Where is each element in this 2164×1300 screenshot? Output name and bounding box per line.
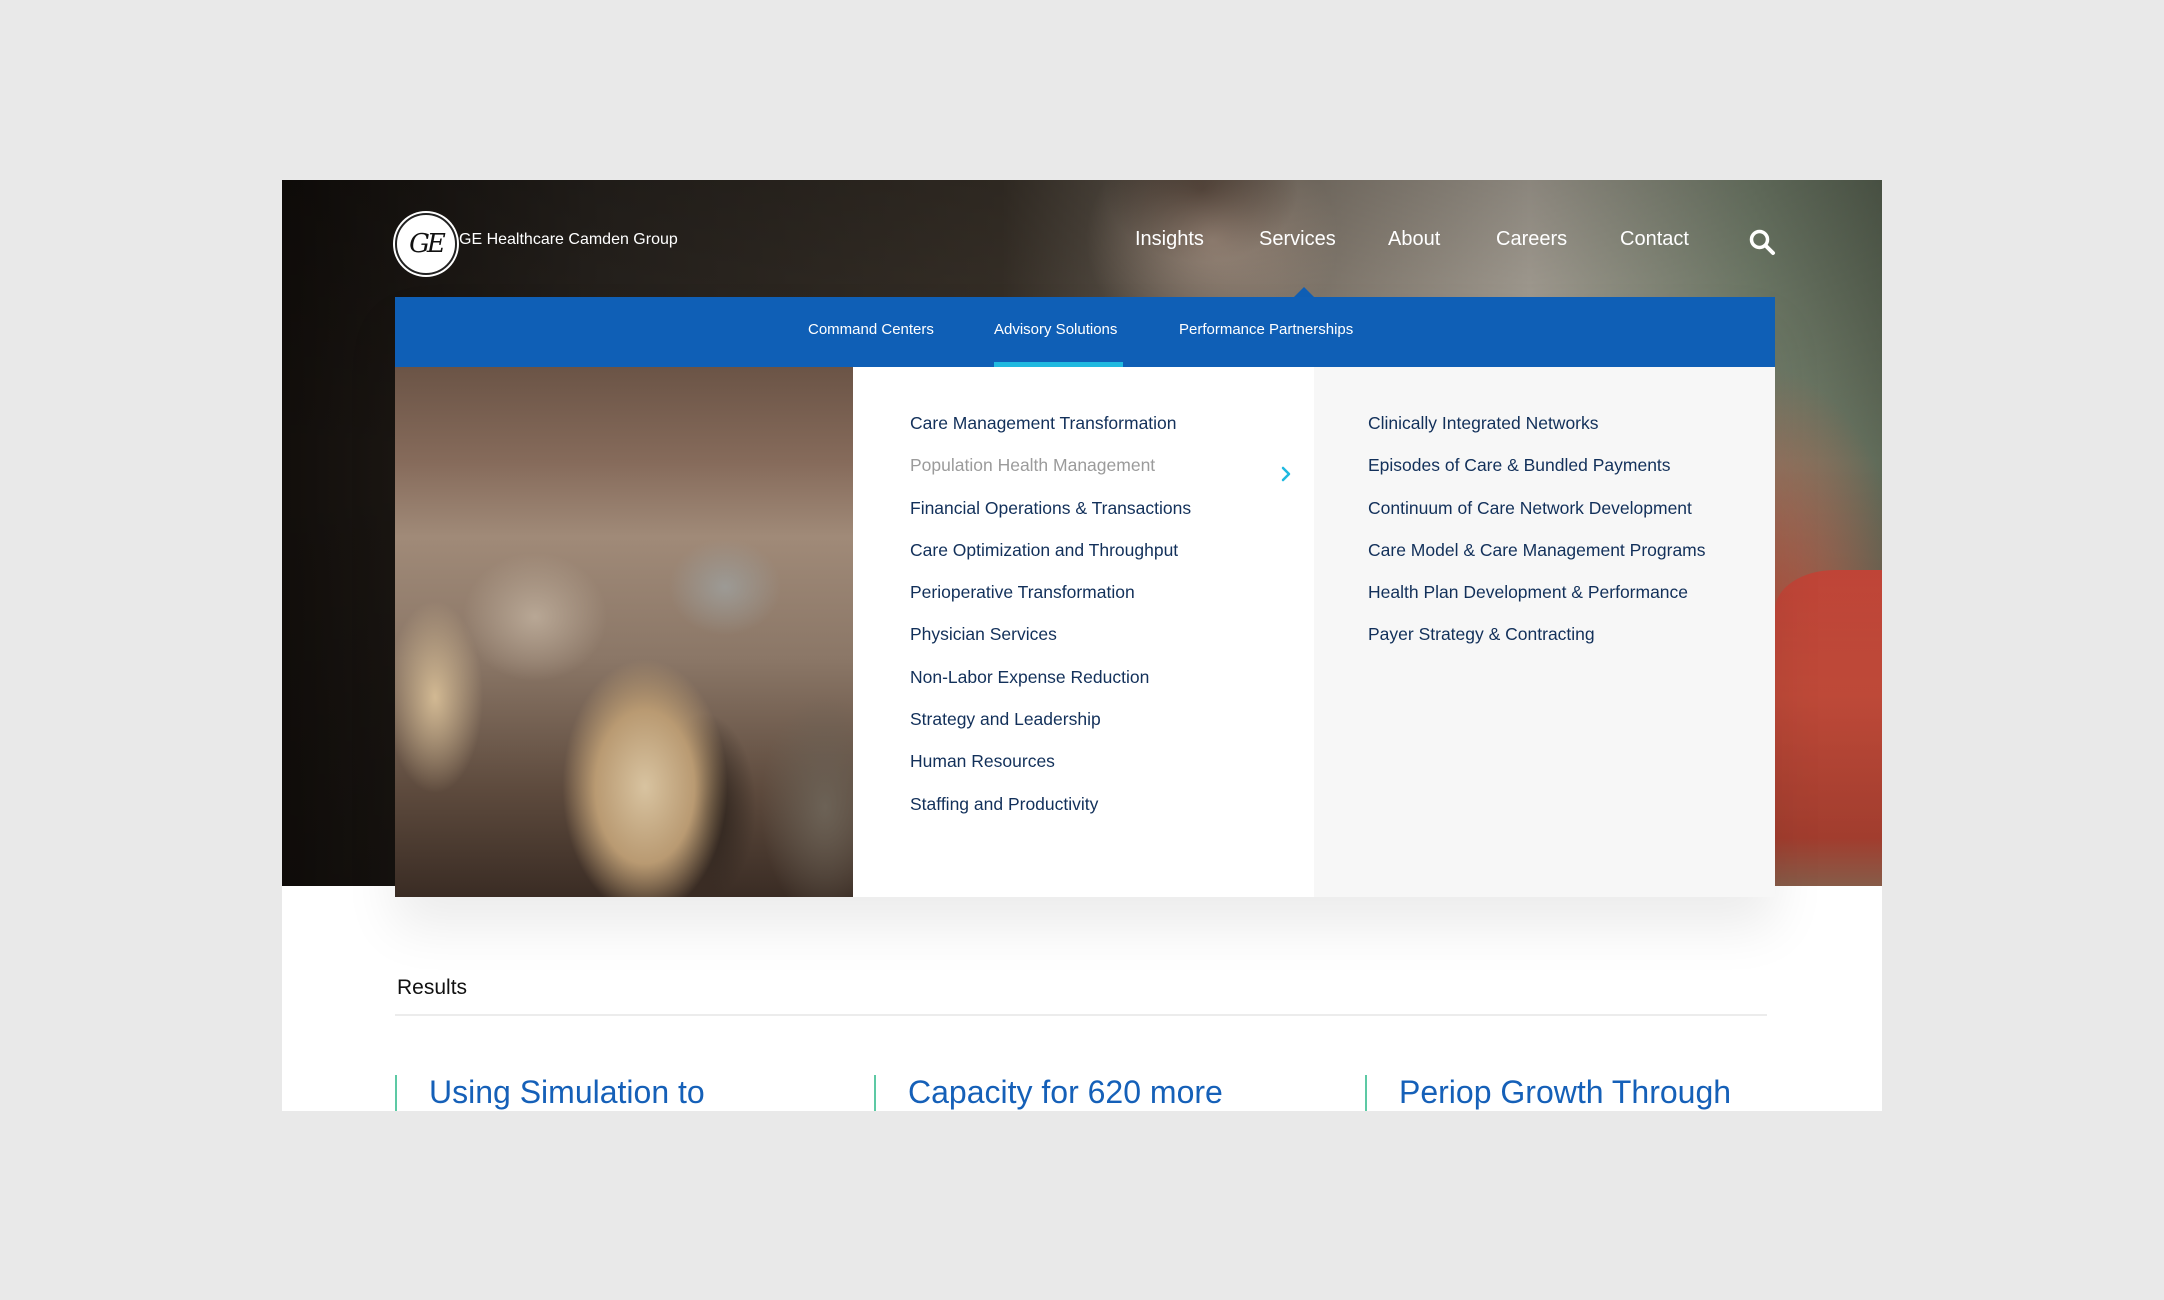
- result-card[interactable]: Using Simulation to: [395, 1075, 705, 1111]
- nav-item-careers[interactable]: Careers: [1496, 228, 1567, 251]
- menu-item-care-management-transformation[interactable]: Care Management Transformation: [910, 412, 1191, 454]
- submenu-item-episodes-of-care[interactable]: Episodes of Care & Bundled Payments: [1368, 454, 1706, 496]
- menu-item-staffing-productivity[interactable]: Staffing and Productivity: [910, 793, 1191, 835]
- nav-item-services[interactable]: Services: [1259, 228, 1336, 251]
- page-frame: GE GE Healthcare Camden Group Insights S…: [282, 180, 1882, 1111]
- menu-item-financial-operations[interactable]: Financial Operations & Transactions: [910, 497, 1191, 539]
- primary-menu-list: Care Management Transformation Populatio…: [910, 412, 1191, 835]
- tab-advisory-solutions[interactable]: Advisory Solutions: [994, 321, 1117, 338]
- submenu-column: Clinically Integrated Networks Episodes …: [1314, 367, 1775, 897]
- audience-photo: [395, 367, 853, 897]
- menu-item-care-optimization[interactable]: Care Optimization and Throughput: [910, 539, 1191, 581]
- results-heading: Results: [397, 976, 468, 999]
- result-card-title[interactable]: Periop Growth Through: [1399, 1075, 1731, 1109]
- services-subnav: Command Centers Advisory Solutions Perfo…: [395, 297, 1775, 367]
- submenu-item-continuum-of-care[interactable]: Continuum of Care Network Development: [1368, 497, 1706, 539]
- result-card[interactable]: Capacity for 620 more: [874, 1075, 1223, 1111]
- submenu-list: Clinically Integrated Networks Episodes …: [1368, 412, 1706, 666]
- nav-item-insights[interactable]: Insights: [1135, 228, 1204, 251]
- main-nav: Insights Services About Careers Contact: [282, 228, 1882, 258]
- tab-performance-partnerships[interactable]: Performance Partnerships: [1179, 321, 1353, 338]
- results-divider: [395, 1014, 1767, 1016]
- menu-item-human-resources[interactable]: Human Resources: [910, 750, 1191, 792]
- primary-menu-column: Care Management Transformation Populatio…: [853, 367, 1314, 897]
- submenu-item-payer-strategy[interactable]: Payer Strategy & Contracting: [1368, 623, 1706, 665]
- chevron-right-icon[interactable]: [1279, 465, 1293, 483]
- menu-body: Care Management Transformation Populatio…: [395, 367, 1775, 897]
- nav-item-contact[interactable]: Contact: [1620, 228, 1689, 251]
- tab-command-centers[interactable]: Command Centers: [808, 321, 934, 338]
- services-mega-menu: Command Centers Advisory Solutions Perfo…: [395, 297, 1775, 897]
- menu-item-physician-services[interactable]: Physician Services: [910, 623, 1191, 665]
- menu-item-non-labor-expense[interactable]: Non-Labor Expense Reduction: [910, 666, 1191, 708]
- nav-item-about[interactable]: About: [1388, 228, 1440, 251]
- menu-item-perioperative-transformation[interactable]: Perioperative Transformation: [910, 581, 1191, 623]
- result-card-title[interactable]: Using Simulation to: [429, 1075, 705, 1109]
- submenu-item-health-plan-development[interactable]: Health Plan Development & Performance: [1368, 581, 1706, 623]
- menu-item-strategy-leadership[interactable]: Strategy and Leadership: [910, 708, 1191, 750]
- menu-caret: [1294, 287, 1314, 297]
- result-card[interactable]: Periop Growth Through: [1365, 1075, 1731, 1111]
- search-icon[interactable]: [1748, 228, 1776, 256]
- result-card-title[interactable]: Capacity for 620 more: [908, 1075, 1223, 1109]
- submenu-item-clinically-integrated-networks[interactable]: Clinically Integrated Networks: [1368, 412, 1706, 454]
- submenu-item-care-model[interactable]: Care Model & Care Management Programs: [1368, 539, 1706, 581]
- menu-item-population-health-management[interactable]: Population Health Management: [910, 454, 1191, 496]
